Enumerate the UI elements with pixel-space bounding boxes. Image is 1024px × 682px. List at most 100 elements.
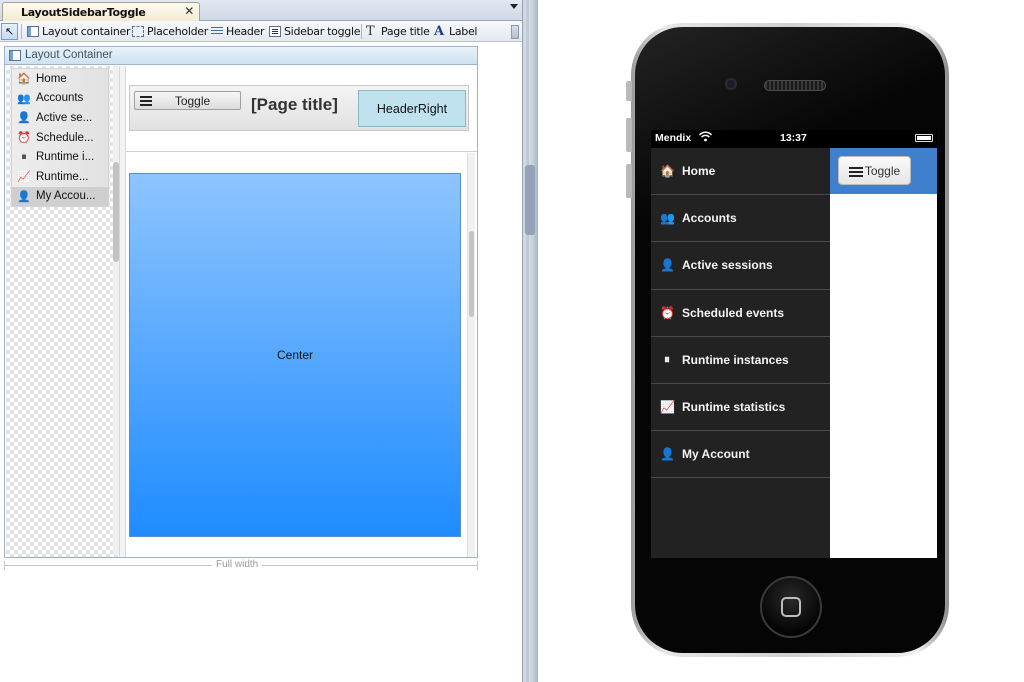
sidebar-toggle-widget[interactable]: Toggle <box>134 91 241 110</box>
splitter-grip <box>526 0 529 682</box>
menu-item-scheduled-events[interactable]: ⏰ Scheduled events <box>651 290 830 337</box>
toggle-label: Toggle <box>864 163 901 178</box>
volume-up-button <box>626 118 632 152</box>
sidebar-item-accounts[interactable]: 👥 Accounts <box>12 89 108 109</box>
pane-splitter[interactable] <box>522 0 538 682</box>
toggle-label: Toggle <box>174 93 211 108</box>
battery-icon <box>915 134 933 142</box>
widget-toolbar: ↖ Layout container Placeholder Header Si… <box>0 21 522 42</box>
splitter-handle[interactable] <box>525 165 535 235</box>
sidebar-item-home[interactable]: 🏠 Home <box>12 69 108 89</box>
sidebar-toggle-button[interactable]: Sidebar toggle <box>267 23 362 40</box>
tool-label: Label <box>449 25 478 38</box>
sidebar-item-label: Schedule... <box>36 131 94 144</box>
speaker-grille <box>764 80 826 91</box>
pointer-icon: ↖ <box>5 25 14 38</box>
close-icon[interactable]: ✕ <box>184 4 194 18</box>
sidebar-item-active-sessions[interactable]: 👤 Active se... <box>12 108 108 128</box>
sidebar-item-runtime-statistics[interactable]: 📈 Runtime... <box>12 167 108 187</box>
tab-layout-sidebar-toggle[interactable]: LayoutSidebarToggle [Layouts] ✕ <box>2 2 200 32</box>
mobile-header-bar: Toggle <box>830 148 937 194</box>
home-icon: 🏠 <box>17 73 31 86</box>
server-icon: ⏸ <box>663 352 670 367</box>
tool-label: Sidebar toggle <box>284 25 361 38</box>
menu-item-label: Scheduled events <box>682 305 785 320</box>
status-time: 13:37 <box>780 132 807 144</box>
mobile-content-area: Toggle <box>830 148 937 558</box>
menu-item-runtime-instances[interactable]: ⏸ Runtime instances <box>651 337 830 384</box>
mobile-sidebar-menu: 🏠 Home 👥 Accounts 👤 Active sessions ⏰ Schedu… <box>651 148 830 558</box>
wifi-icon <box>698 131 713 145</box>
document-tab-bar: LayoutSidebarToggle [Layouts] ✕ <box>0 0 522 32</box>
menu-item-label: My Account <box>682 447 750 462</box>
layout-container-header: Layout Container <box>5 47 477 65</box>
header-right-placeholder[interactable]: HeaderRight <box>358 90 466 127</box>
sidebar-item-label: Active se... <box>36 111 93 124</box>
sidebar-item-label: Accounts <box>36 92 84 105</box>
menu-item-accounts[interactable]: 👥 Accounts <box>651 195 830 243</box>
hamburger-icon <box>140 96 152 106</box>
chart-icon: 📈 <box>17 171 31 184</box>
layout-container-icon <box>9 50 21 61</box>
home-icon: 🏠 <box>660 164 675 179</box>
menu-item-label: Accounts <box>682 211 737 226</box>
tool-label: Page title <box>381 25 430 38</box>
user-icon: 👤 <box>660 258 675 273</box>
full-width-indicator: Full width <box>4 559 478 571</box>
header-separator <box>126 151 477 152</box>
iphone-frame: Mendix 13:37 🏠 Home 👥 Accounts 👤 Active ses… <box>626 23 949 657</box>
header-button[interactable]: Header <box>209 23 266 40</box>
dimension-tick <box>477 561 478 570</box>
phone-face: Mendix 13:37 🏠 Home 👥 Accounts 👤 Active ses… <box>635 27 945 653</box>
users-icon: 👥 <box>17 92 31 105</box>
sidebar-item-scheduled-events[interactable]: ⏰ Schedule... <box>12 128 108 148</box>
menu-item-active-sessions[interactable]: 👤 Active sessions <box>651 242 830 290</box>
phone-preview-pane: Mendix 13:37 🏠 Home 👥 Accounts 👤 Active ses… <box>539 0 1024 682</box>
sidebar-item-my-account[interactable]: 👤 My Accou... <box>12 186 108 207</box>
user-icon: 👤 <box>17 190 31 203</box>
page-title[interactable]: [Page title] <box>251 95 338 115</box>
tool-label: Header <box>226 25 265 38</box>
placeholder-icon <box>132 26 144 37</box>
mobile-toggle-button[interactable]: Toggle <box>838 156 911 185</box>
sidebar-item-label: Runtime i... <box>36 151 95 164</box>
tool-label: Layout container <box>42 25 131 38</box>
sidebar-item-runtime-instances[interactable]: ⏸ Runtime i... <box>12 147 108 167</box>
layout-container-button[interactable]: Layout container <box>25 23 132 40</box>
carrier-name: Mendix <box>655 132 692 144</box>
page-title-icon: T <box>366 24 375 39</box>
layout-container-label: Layout Container <box>25 49 113 61</box>
sidebar-toggle-icon <box>269 26 281 37</box>
menu-item-home[interactable]: 🏠 Home <box>651 148 830 196</box>
menu-item-runtime-statistics[interactable]: 📈 Runtime statistics <box>651 384 830 432</box>
menu-item-label: Active sessions <box>682 258 773 273</box>
page-title-button[interactable]: T Page title <box>364 23 432 40</box>
toolbar-separator <box>21 24 22 39</box>
sidebar-item-label: Home <box>36 72 67 85</box>
volume-down-button <box>626 164 632 198</box>
sidebar-item-label: My Accou... <box>36 190 96 203</box>
tab-dropdown-icon[interactable] <box>510 4 518 9</box>
editor-navigation-menu[interactable]: 🏠 Home 👥 Accounts 👤 Active se... ⏰ Schedule.… <box>11 68 109 208</box>
menu-item-label: Home <box>682 164 716 179</box>
scrollbar-thumb[interactable] <box>469 231 474 317</box>
pointer-tool-button[interactable]: ↖ <box>1 23 18 40</box>
mute-switch <box>626 81 632 101</box>
layout-container[interactable]: Layout Container 🏠 Home 👥 Accounts 👤 Active… <box>4 46 478 558</box>
center-placeholder[interactable]: Center <box>129 173 461 537</box>
placeholder-button[interactable]: Placeholder <box>130 23 210 40</box>
toolbar-overflow-button[interactable] <box>511 25 519 39</box>
status-bar: Mendix 13:37 <box>651 130 937 148</box>
tool-label: Placeholder <box>147 25 208 38</box>
phone-screen: Mendix 13:37 🏠 Home 👥 Accounts 👤 Active ses… <box>651 130 937 558</box>
center-label: Center <box>276 348 314 362</box>
main-scrollbar[interactable] <box>467 153 475 557</box>
header-widget[interactable]: Toggle [Page title] HeaderRight <box>129 85 469 131</box>
alarm-clock-icon: ⏰ <box>660 305 675 320</box>
alarm-clock-icon: ⏰ <box>17 132 31 145</box>
hamburger-icon <box>849 167 863 177</box>
menu-item-label: Runtime instances <box>682 352 789 367</box>
label-button[interactable]: A Label <box>432 23 479 40</box>
home-button[interactable] <box>760 576 822 638</box>
menu-item-my-account[interactable]: 👤 My Account <box>651 431 830 479</box>
